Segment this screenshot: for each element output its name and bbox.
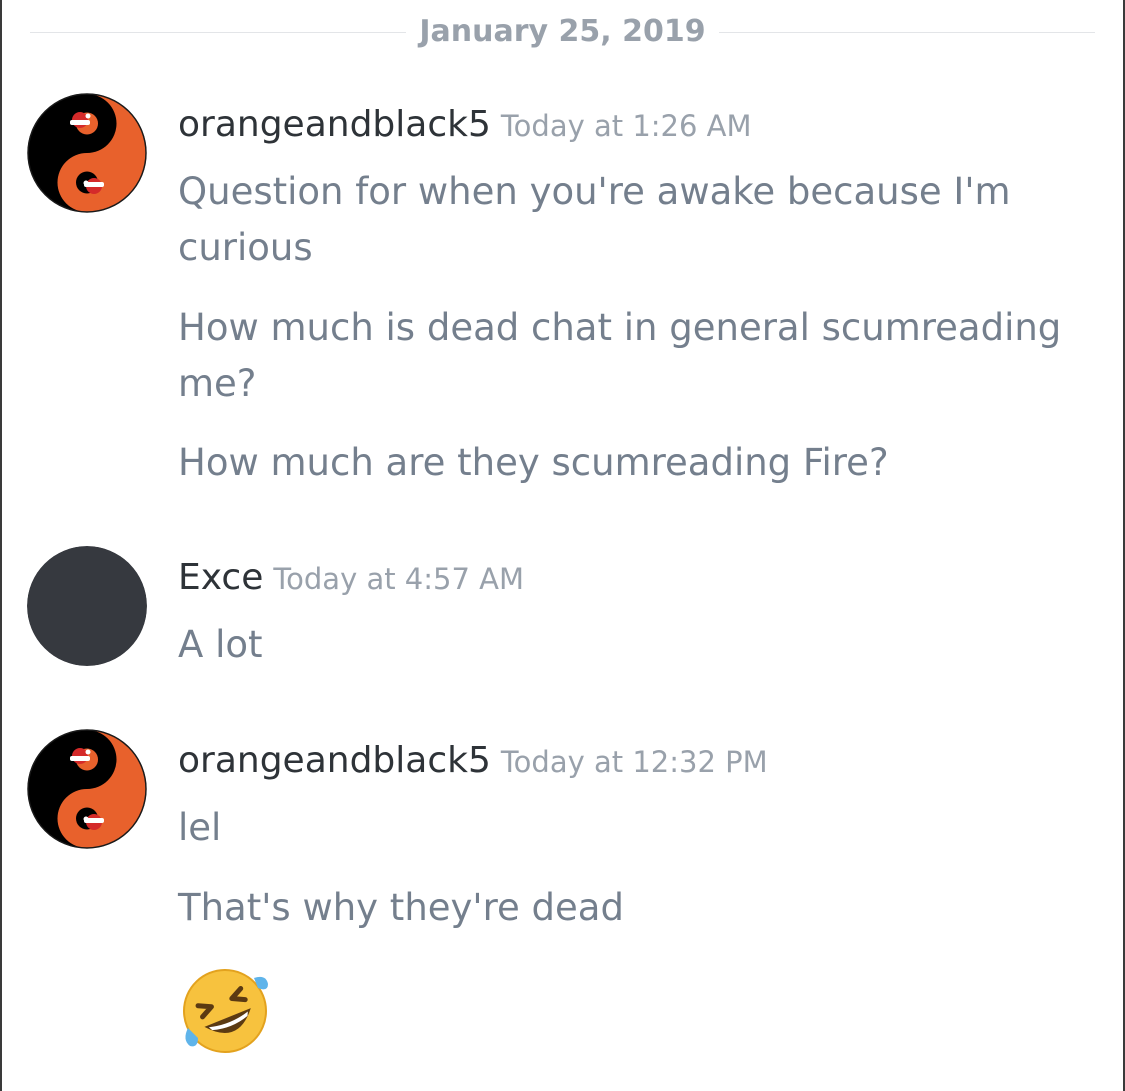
yin-yang-santa-avatar-icon[interactable] <box>27 729 147 849</box>
timestamp: Today at 1:26 AM <box>500 109 752 143</box>
username[interactable]: Exce <box>178 557 263 598</box>
message-text: How much is dead chat in general scumrea… <box>178 306 1062 405</box>
username[interactable]: orangeandblack5 <box>178 740 491 781</box>
message-text: lel <box>178 806 222 849</box>
message-text: How much are they scumreading Fire? <box>178 441 889 484</box>
divider-line-right <box>719 32 1095 33</box>
message-header: Exce Today at 4:57 AM <box>178 557 524 598</box>
message-text: A lot <box>178 623 263 666</box>
message-header: orangeandblack5 Today at 1:26 AM <box>178 104 752 145</box>
rolling-on-floor-laughing-emoji-icon[interactable] <box>180 966 270 1056</box>
message-text: That's why they're dead <box>178 886 624 929</box>
message-header: orangeandblack5 Today at 12:32 PM <box>178 740 768 781</box>
username[interactable]: orangeandblack5 <box>178 104 491 145</box>
timestamp: Today at 4:57 AM <box>273 562 525 596</box>
message-text: Question for when you're awake because I… <box>178 170 1011 269</box>
timestamp: Today at 12:32 PM <box>500 745 768 779</box>
default-dark-avatar-icon[interactable] <box>27 546 147 666</box>
yin-yang-santa-avatar-icon[interactable] <box>27 93 147 213</box>
